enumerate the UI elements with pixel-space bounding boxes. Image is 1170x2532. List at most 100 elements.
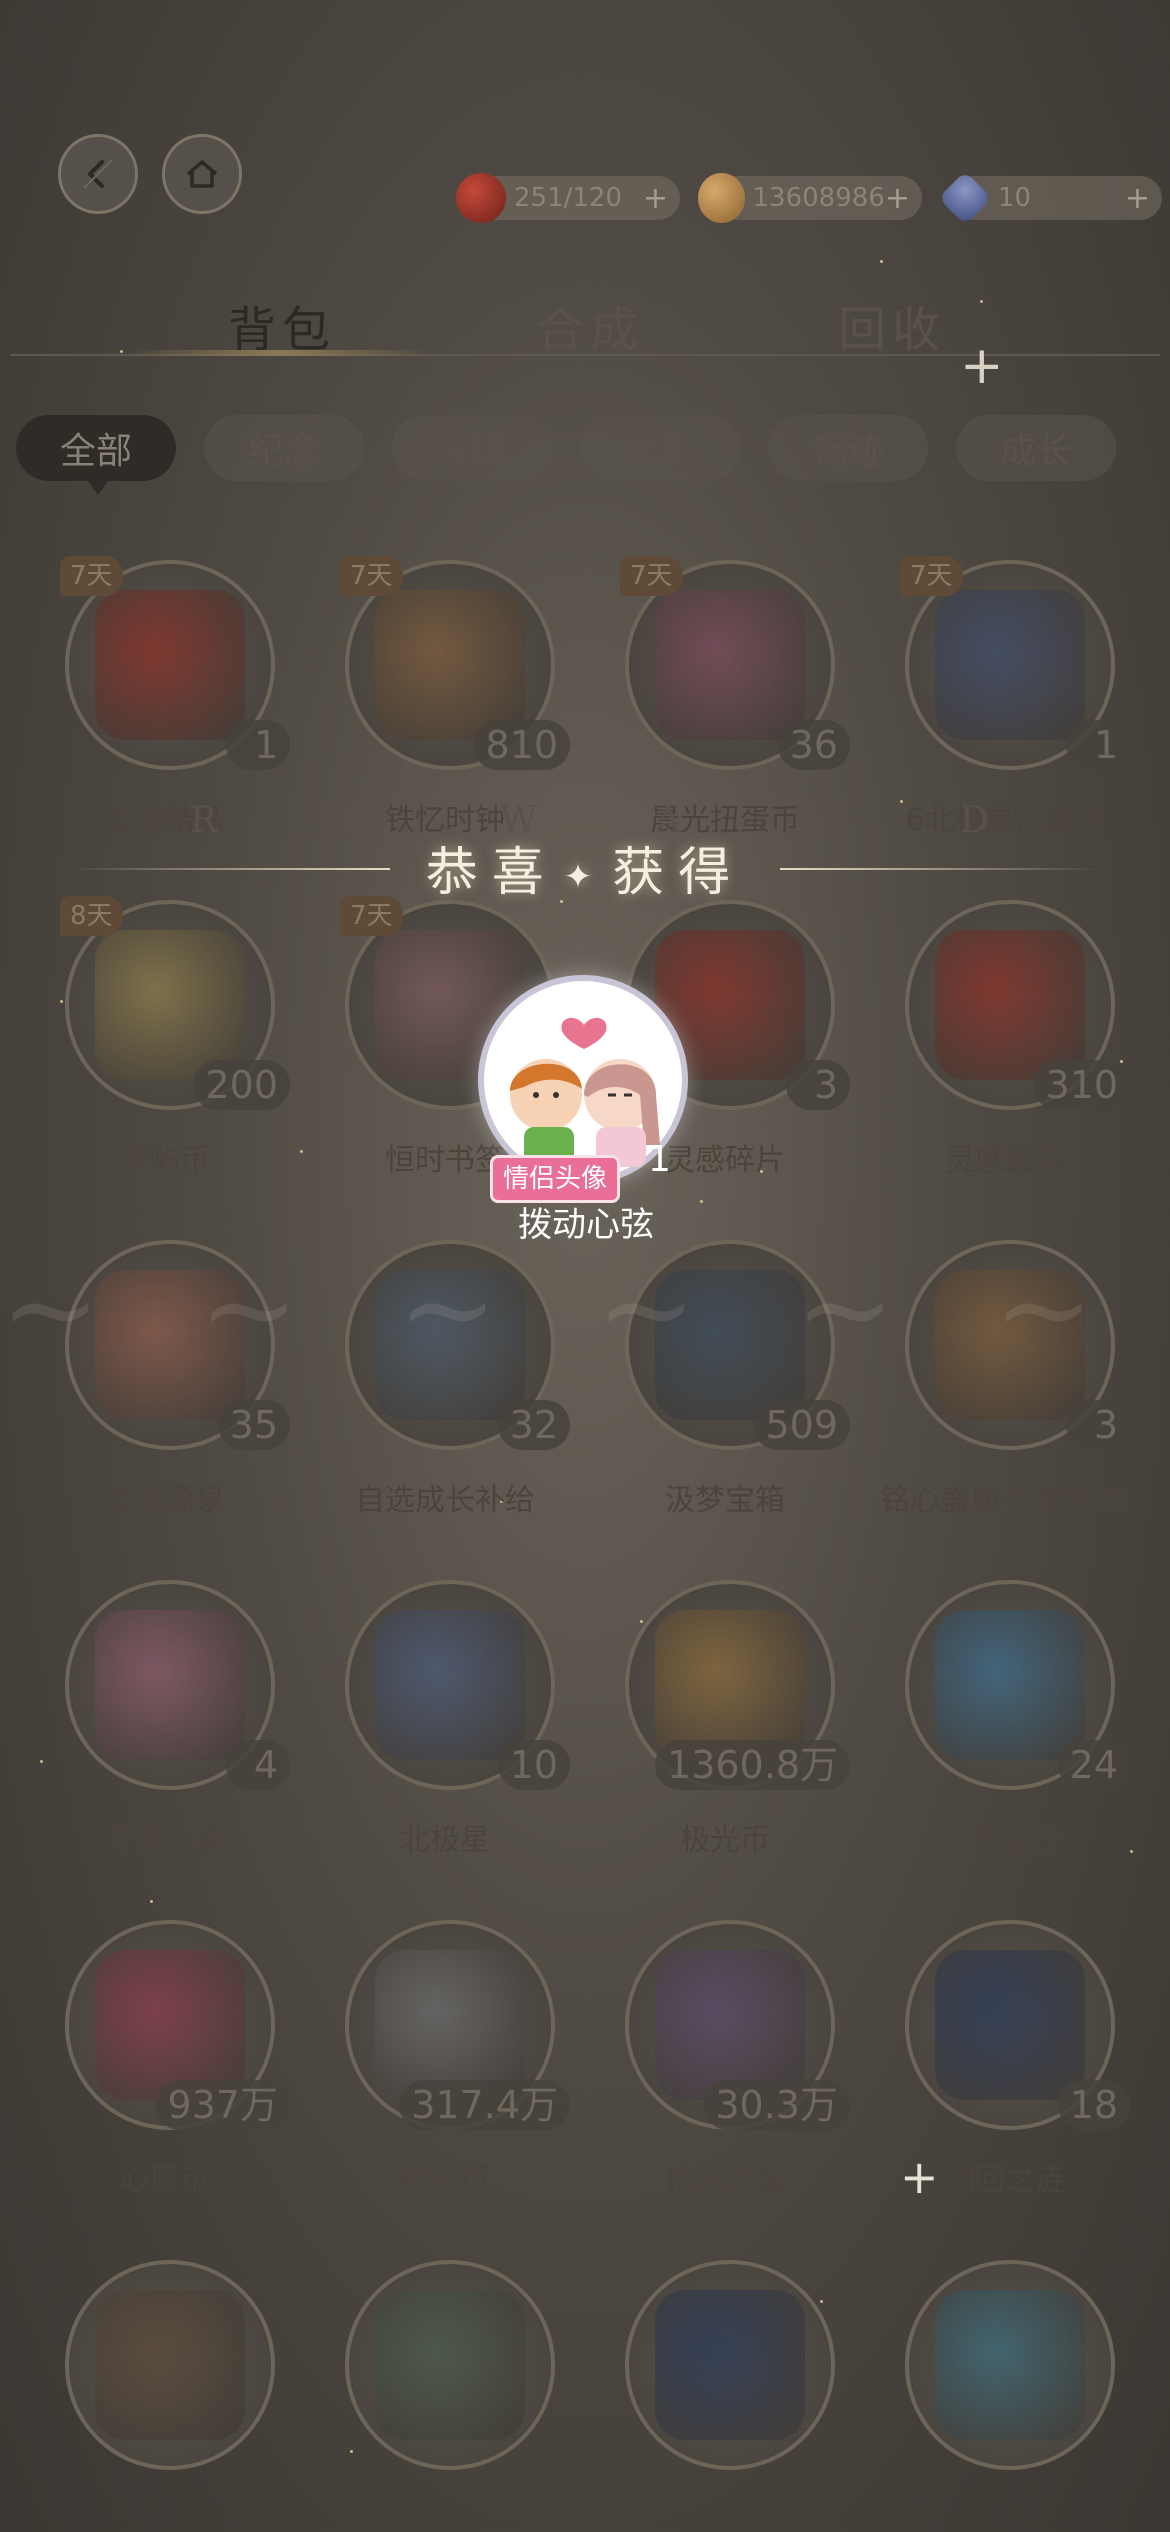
item-icon (375, 590, 525, 740)
item-icon (95, 590, 245, 740)
inventory-item[interactable]: 24 小熊星座 (880, 1580, 1130, 1880)
item-icon (95, 1950, 245, 2100)
inventory-item[interactable]: 4 芳菲礼盒 (40, 1580, 290, 1880)
item-icon (935, 2290, 1085, 2440)
filter-trace[interactable]: 铭迹 (768, 415, 928, 481)
item-name: 梦屿币 (120, 1143, 210, 1178)
inventory-item[interactable]: 317.4万绮光币 (320, 1920, 570, 2220)
reward-title-right: 获得 (612, 843, 745, 903)
filter-growth[interactable]: 成长 (956, 415, 1116, 481)
item-icon (375, 1610, 525, 1760)
inventory-item[interactable]: 310 灵感结晶 (880, 900, 1130, 1200)
inventory-item[interactable]: 1360.8万极光币 (600, 1580, 850, 1880)
filter-breakthrough[interactable]: 突破 (392, 415, 552, 481)
item-name: 极光币 (680, 1823, 770, 1858)
item-name: 自选成长补给 (355, 1483, 535, 1518)
apple-icon (456, 173, 506, 223)
home-icon (186, 160, 218, 188)
item-expiry-badge: 7天 (340, 556, 403, 596)
item-name: 绮光币 (400, 2163, 490, 2198)
item-count: 4 (226, 1740, 290, 1790)
inventory-item[interactable] (600, 2260, 850, 2532)
item-name: 小熊星座 (945, 1823, 1065, 1858)
filter-light[interactable]: 光影 (580, 415, 740, 481)
item-count: 200 (193, 1060, 290, 1110)
resource-coin[interactable]: 13608986 + (698, 173, 922, 223)
home-button[interactable] (162, 134, 242, 214)
inventory-item[interactable]: 8天 200 梦屿币 (40, 896, 290, 1200)
resource-value: 13608986 (752, 183, 885, 213)
item-count: 1 (226, 720, 290, 770)
item-icon (655, 2290, 805, 2440)
filter-all[interactable]: 全部 (16, 415, 176, 495)
reward-item-name: 拨动心弦 (518, 1205, 654, 1245)
item-icon (935, 1610, 1085, 1760)
item-count: 18 (1057, 2080, 1130, 2130)
item-icon (935, 930, 1085, 1080)
item-icon (935, 1950, 1085, 2100)
item-icon (95, 2290, 245, 2440)
item-count: 317.4万 (399, 2080, 570, 2130)
item-icon (375, 1950, 525, 2100)
inventory-item[interactable]: 937万 心愿币 (40, 1920, 290, 2220)
item-count: 36 (777, 720, 850, 770)
item-name: 灵感结晶 (945, 1143, 1065, 1178)
item-name: 灵感源泉 (105, 1483, 225, 1518)
item-count: 509 (753, 1400, 850, 1450)
item-count: 32 (497, 1400, 570, 1450)
resource-gem[interactable]: 10 + (938, 171, 1162, 225)
item-count: 1 (1066, 720, 1130, 770)
item-icon (95, 930, 245, 1080)
banner-line-right (780, 868, 1100, 870)
back-button[interactable] (58, 134, 138, 214)
inventory-item[interactable] (320, 2260, 570, 2532)
item-icon (375, 2290, 525, 2440)
item-count: 1360.8万 (655, 1740, 850, 1790)
item-icon (655, 590, 805, 740)
filter-bar: 全部 纪念 突破 光影 铭迹 成长 (0, 415, 1170, 495)
back-arrow-icon (83, 159, 113, 189)
item-name: 芳菲礼盒 (105, 1823, 225, 1858)
inventory-item[interactable]: 30.3万 拾光之星 (600, 1920, 850, 2220)
resource-apple[interactable]: 251/120 + (456, 173, 680, 223)
reward-title: 恭喜 ✦ 获得 (390, 830, 780, 905)
item-count: 810 (473, 720, 570, 770)
item-icon (935, 590, 1085, 740)
star-icon: ✦ (563, 856, 607, 897)
item-count: 35 (217, 1400, 290, 1450)
inventory-item[interactable]: 10 北极星 (320, 1580, 570, 1880)
item-count: 937万 (155, 2080, 290, 2130)
decorative-watermark: ~ ~ ~ ~ ~ ~ (0, 1240, 1125, 1379)
banner-line-left (70, 868, 390, 870)
resource-value: 10 (998, 183, 1032, 213)
item-count: 3 (1066, 1400, 1130, 1450)
item-expiry-badge: 7天 (900, 556, 963, 596)
tab-recycle[interactable]: 回收 (838, 290, 946, 360)
add-coin-button[interactable]: + (885, 181, 910, 216)
resource-value: 251/120 (514, 183, 623, 213)
top-bar: 251/120 + 13608986 + 10 + (0, 120, 1170, 240)
item-icon (655, 1610, 805, 1760)
reward-banner: 恭喜 ✦ 获得 (0, 830, 1170, 910)
add-apple-button[interactable]: + (643, 181, 668, 216)
item-name: 拾光之星 (665, 2163, 785, 2198)
item-icon (655, 1950, 805, 2100)
item-name: 北极星 (400, 1823, 490, 1858)
item-icon (95, 1610, 245, 1760)
add-gem-button[interactable]: + (1125, 181, 1150, 216)
inventory-item[interactable] (880, 2260, 1130, 2532)
inventory-item[interactable] (40, 2260, 290, 2532)
reward-title-left: 恭喜 (425, 843, 558, 903)
item-name: 汲梦宝箱 (665, 1483, 785, 1518)
item-count: 3 (786, 1060, 850, 1110)
reward-item-count: 1 (648, 1139, 671, 1180)
sparkle (880, 260, 883, 263)
item-count: 10 (497, 1740, 570, 1790)
filter-memorial[interactable]: 纪念 (204, 415, 364, 481)
reward-item[interactable]: 情侣头像 1 拨动心弦 (478, 975, 694, 1245)
tab-synthesis[interactable]: 合成 (536, 290, 644, 360)
active-tab-indicator (130, 350, 430, 356)
item-expiry-badge: 7天 (620, 556, 683, 596)
plus-sparkle-icon: + (960, 336, 1004, 396)
item-count: 310 (1033, 1060, 1130, 1110)
